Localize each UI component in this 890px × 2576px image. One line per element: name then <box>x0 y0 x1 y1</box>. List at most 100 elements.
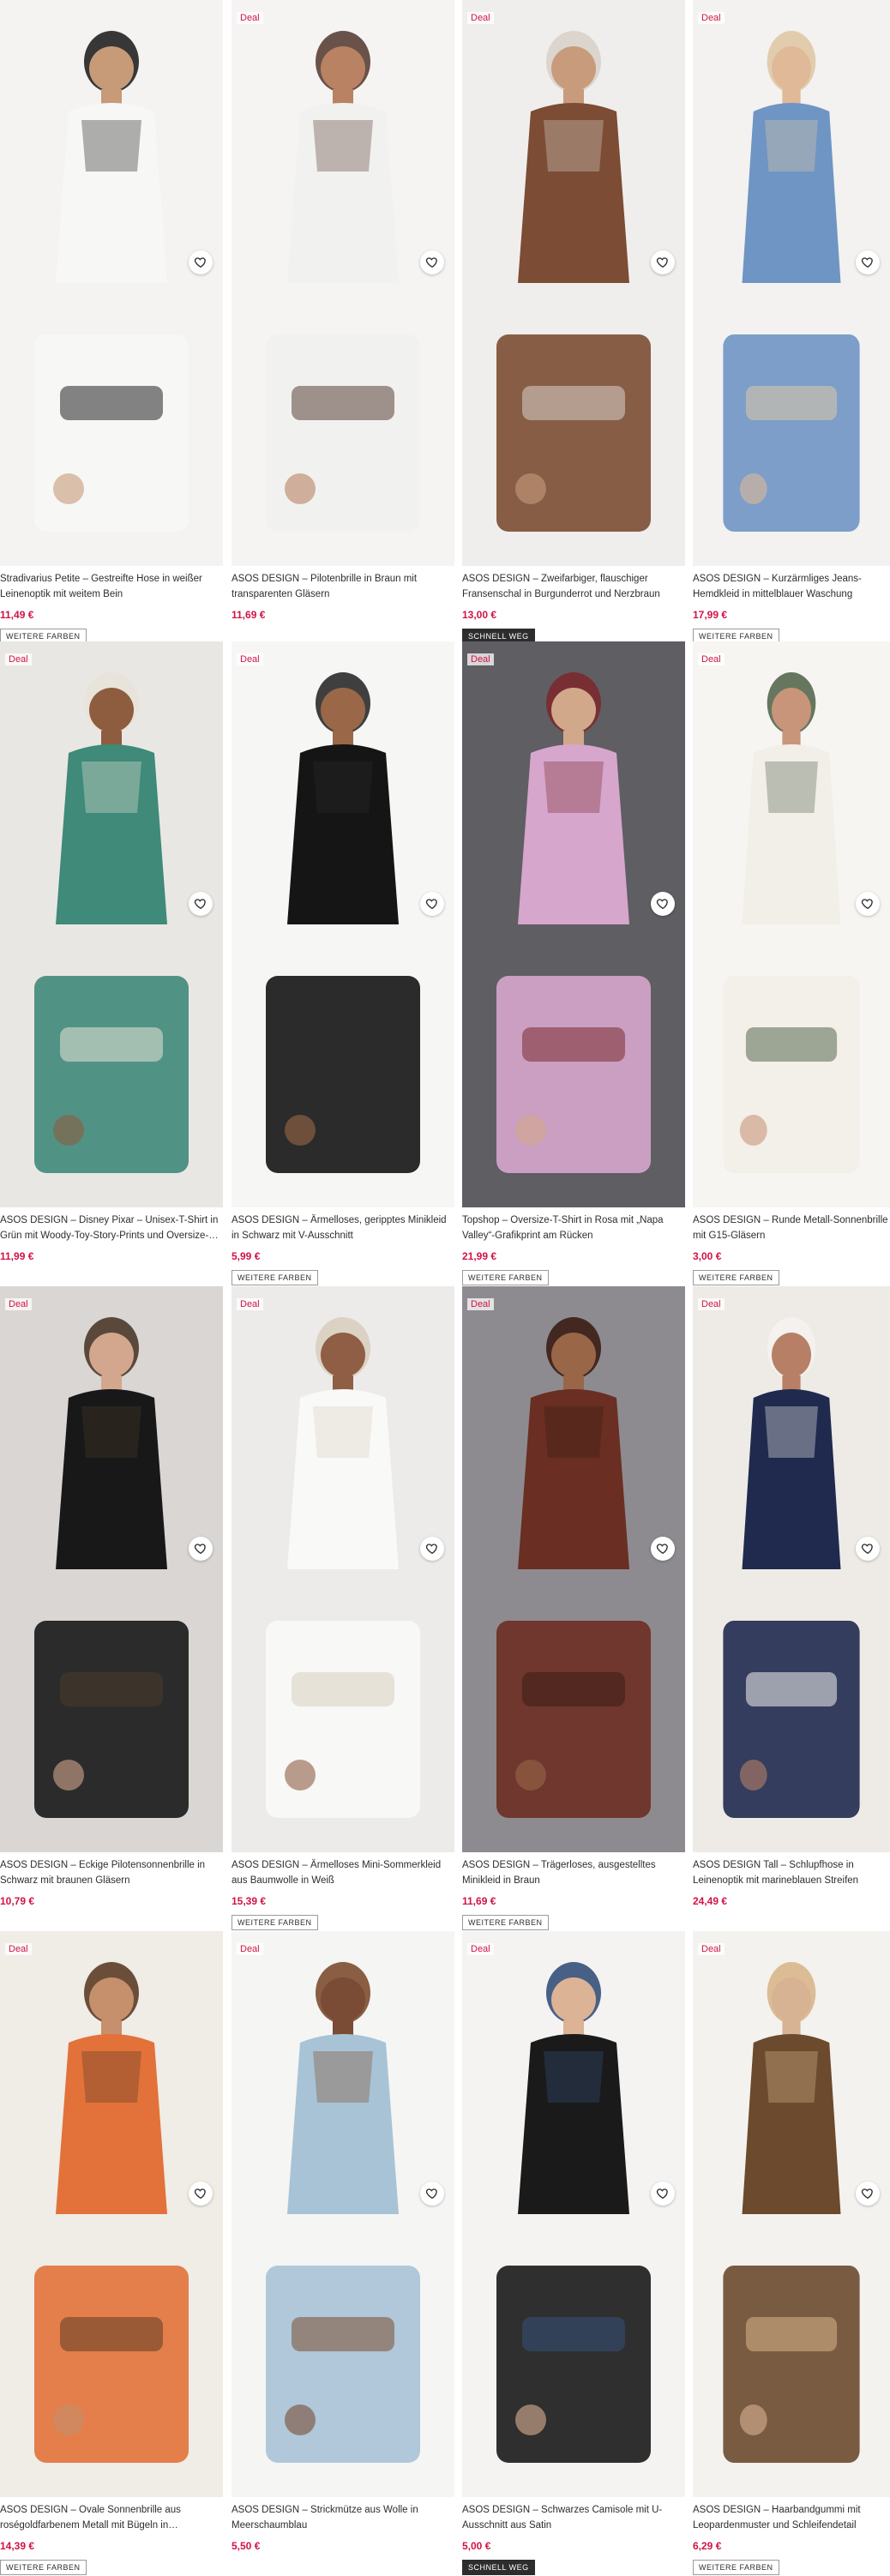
product-image[interactable]: Deal <box>693 0 890 283</box>
product-image-alt[interactable] <box>0 2214 223 2497</box>
product-image-alt[interactable] <box>462 283 685 566</box>
product-image[interactable] <box>0 0 223 283</box>
product-image-alt[interactable] <box>232 283 454 566</box>
more-colors-badge[interactable]: WEITERE FARBEN <box>693 1270 779 1285</box>
product-price: 13,00 € <box>462 609 497 621</box>
product-title[interactable]: Topshop – Oversize-T-Shirt in Rosa mit „… <box>462 1213 685 1243</box>
product-image-alt[interactable] <box>462 924 685 1207</box>
product-title[interactable]: ASOS DESIGN – Ärmelloses Mini-Sommerklei… <box>232 1857 454 1888</box>
more-colors-badge[interactable]: WEITERE FARBEN <box>462 1270 549 1285</box>
product-card[interactable]: Deal ASOS DESIGN – Schwarzes Camisole mit… <box>462 1931 685 2576</box>
deal-badge: Deal <box>467 12 494 24</box>
product-title[interactable]: ASOS DESIGN – Disney Pixar – Unisex-T-Sh… <box>0 1213 223 1243</box>
product-meta: ASOS DESIGN – Disney Pixar – Unisex-T-Sh… <box>0 1207 223 1286</box>
more-colors-badge[interactable]: WEITERE FARBEN <box>232 1270 318 1285</box>
product-image[interactable]: Deal <box>462 641 685 924</box>
wishlist-heart-icon[interactable] <box>651 250 675 274</box>
product-title[interactable]: ASOS DESIGN Tall – Schlupfhose in Leinen… <box>693 1857 890 1888</box>
wishlist-heart-icon[interactable] <box>651 1537 675 1561</box>
product-image-alt[interactable] <box>693 1569 890 1852</box>
product-image[interactable]: Deal <box>232 641 454 924</box>
product-price: 5,99 € <box>232 1250 261 1262</box>
more-colors-badge[interactable]: WEITERE FARBEN <box>232 1915 318 1930</box>
product-image[interactable]: Deal <box>0 1286 223 1569</box>
wishlist-heart-icon[interactable] <box>420 2182 444 2206</box>
wishlist-heart-icon[interactable] <box>420 892 444 916</box>
wishlist-heart-icon[interactable] <box>420 250 444 274</box>
product-title[interactable]: ASOS DESIGN – Eckige Pilotensonnenbrille… <box>0 1857 223 1888</box>
product-card[interactable]: Deal ASOS DESIGN – Trägerloses, ausgestel… <box>462 1286 685 1931</box>
product-price: 11,49 € <box>0 609 34 621</box>
more-colors-badge[interactable]: WEITERE FARBEN <box>693 2560 779 2575</box>
selling-fast-badge: SCHNELL WEG <box>462 2560 535 2575</box>
more-colors-badge[interactable]: WEITERE FARBEN <box>0 2560 87 2575</box>
product-image-alt[interactable] <box>693 283 890 566</box>
product-image-alt[interactable] <box>232 924 454 1207</box>
product-title[interactable]: ASOS DESIGN – Strickmütze aus Wolle in M… <box>232 2502 454 2533</box>
product-image-alt[interactable] <box>693 924 890 1207</box>
wishlist-heart-icon[interactable] <box>189 892 213 916</box>
wishlist-heart-icon[interactable] <box>420 1537 444 1561</box>
product-card[interactable]: Deal ASOS DESIGN – Disney Pixar – Unisex-… <box>0 641 223 1286</box>
wishlist-heart-icon[interactable] <box>189 2182 213 2206</box>
product-price: 14,39 € <box>0 2540 35 2552</box>
product-card[interactable]: Stradivarius Petite – Gestreifte Hose in… <box>0 0 223 645</box>
product-title[interactable]: ASOS DESIGN – Pilotenbrille in Braun mit… <box>232 571 454 602</box>
product-image[interactable]: Deal <box>462 0 685 283</box>
wishlist-heart-icon[interactable] <box>856 250 880 274</box>
product-image[interactable]: Deal <box>0 1931 223 2214</box>
product-image-alt[interactable] <box>0 924 223 1207</box>
product-title[interactable]: ASOS DESIGN – Ärmelloses, geripptes Mini… <box>232 1213 454 1243</box>
product-image-alt[interactable] <box>693 2214 890 2497</box>
product-title[interactable]: ASOS DESIGN – Kurzärmliges Jeans-Hemdkle… <box>693 571 890 602</box>
product-grid: Stradivarius Petite – Gestreifte Hose in… <box>0 0 890 2576</box>
wishlist-heart-icon[interactable] <box>856 892 880 916</box>
product-image[interactable]: Deal <box>693 1931 890 2214</box>
wishlist-heart-icon[interactable] <box>856 1537 880 1561</box>
product-image-alt[interactable] <box>462 2214 685 2497</box>
product-card[interactable]: Deal ASOS DESIGN – Kurzärmliges Jeans-Hem… <box>693 0 890 645</box>
product-title[interactable]: Stradivarius Petite – Gestreifte Hose in… <box>0 571 223 602</box>
product-title[interactable]: ASOS DESIGN – Schwarzes Camisole mit U-A… <box>462 2502 685 2533</box>
product-card[interactable]: Deal ASOS DESIGN – Eckige Pilotensonnenbr… <box>0 1286 223 1931</box>
product-card[interactable]: Deal ASOS DESIGN – Pilotenbrille in Braun… <box>232 0 454 645</box>
product-image[interactable]: Deal <box>232 1286 454 1569</box>
product-card[interactable]: Deal ASOS DESIGN – Ärmelloses Mini-Sommer… <box>232 1286 454 1931</box>
product-price: 24,49 € <box>693 1895 728 1907</box>
product-card[interactable]: Deal ASOS DESIGN Tall – Schlupfhose in Le… <box>693 1286 890 1931</box>
product-image[interactable]: Deal <box>232 1931 454 2214</box>
product-image[interactable]: Deal <box>462 1286 685 1569</box>
product-title[interactable]: ASOS DESIGN – Runde Metall-Sonnenbrille … <box>693 1213 890 1243</box>
deal-badge: Deal <box>237 1298 263 1310</box>
product-card[interactable]: Deal ASOS DESIGN – Ärmelloses, geripptes … <box>232 641 454 1286</box>
wishlist-heart-icon[interactable] <box>651 892 675 916</box>
product-image[interactable]: Deal <box>693 641 890 924</box>
product-image-alt[interactable] <box>0 1569 223 1852</box>
product-meta: ASOS DESIGN – Zweifarbiger, flauschiger … <box>462 566 685 645</box>
product-title[interactable]: ASOS DESIGN – Ovale Sonnenbrille aus ros… <box>0 2502 223 2533</box>
product-card[interactable]: Deal ASOS DESIGN – Ovale Sonnenbrille aus… <box>0 1931 223 2576</box>
product-card[interactable]: Deal Topshop – Oversize-T-Shirt in Rosa m… <box>462 641 685 1286</box>
product-image[interactable]: Deal <box>693 1286 890 1569</box>
product-card[interactable]: Deal ASOS DESIGN – Zweifarbiger, flauschi… <box>462 0 685 645</box>
deal-badge: Deal <box>237 1943 263 1955</box>
product-image-alt[interactable] <box>462 1569 685 1852</box>
product-card[interactable]: Deal ASOS DESIGN – Haarbandgummi mit Leop… <box>693 1931 890 2576</box>
product-card[interactable]: Deal ASOS DESIGN – Runde Metall-Sonnenbri… <box>693 641 890 1286</box>
product-image-alt[interactable] <box>232 1569 454 1852</box>
wishlist-heart-icon[interactable] <box>856 2182 880 2206</box>
product-card[interactable]: Deal ASOS DESIGN – Strickmütze aus Wolle … <box>232 1931 454 2576</box>
product-image[interactable]: Deal <box>0 641 223 924</box>
product-title[interactable]: ASOS DESIGN – Trägerloses, ausgestelltes… <box>462 1857 685 1888</box>
wishlist-heart-icon[interactable] <box>189 1537 213 1561</box>
product-title[interactable]: ASOS DESIGN – Haarbandgummi mit Leoparde… <box>693 2502 890 2533</box>
product-image[interactable]: Deal <box>232 0 454 283</box>
product-image[interactable]: Deal <box>462 1931 685 2214</box>
deal-badge: Deal <box>237 653 263 665</box>
wishlist-heart-icon[interactable] <box>189 250 213 274</box>
product-image-alt[interactable] <box>0 283 223 566</box>
product-image-alt[interactable] <box>232 2214 454 2497</box>
wishlist-heart-icon[interactable] <box>651 2182 675 2206</box>
more-colors-badge[interactable]: WEITERE FARBEN <box>462 1915 549 1930</box>
product-title[interactable]: ASOS DESIGN – Zweifarbiger, flauschiger … <box>462 571 685 602</box>
